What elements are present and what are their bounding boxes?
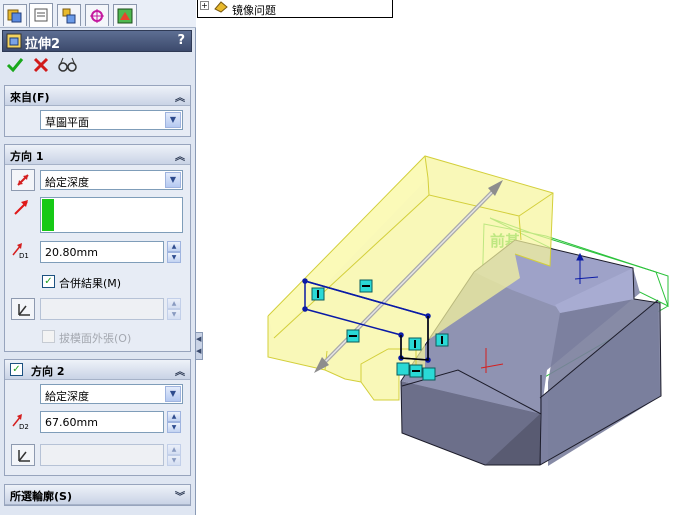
merge-result-label: 合併結果(M) bbox=[59, 277, 122, 290]
start-condition-dropdown[interactable]: 草圖平面 ▼ bbox=[40, 110, 183, 130]
draft-icon bbox=[18, 304, 30, 316]
draft-button-2[interactable] bbox=[11, 444, 35, 466]
chevron-down-icon[interactable]: ▼ bbox=[165, 386, 181, 402]
property-manager-icon bbox=[34, 8, 48, 22]
depth-icon: D2 bbox=[11, 412, 33, 433]
direction2-checkbox[interactable]: ✓ bbox=[10, 363, 23, 376]
chevron-up-icon[interactable]: ︽ bbox=[175, 89, 185, 104]
help-button[interactable]: ? bbox=[177, 33, 185, 48]
coincident-relation-icon[interactable] bbox=[396, 362, 410, 376]
display-manager-icon bbox=[117, 8, 133, 24]
draft-icon bbox=[18, 450, 30, 462]
depth-icon: D1 bbox=[11, 241, 33, 262]
graphics-viewport[interactable]: 前基 bbox=[203, 18, 695, 515]
direction2-depth-spinner[interactable]: ▲ ▼ bbox=[167, 411, 181, 433]
svg-text:D1: D1 bbox=[19, 252, 29, 259]
spin-down-icon[interactable]: ▼ bbox=[167, 422, 181, 433]
feature-title: 拉伸2 bbox=[25, 37, 61, 52]
chevron-left-icon[interactable]: ◀ bbox=[196, 333, 202, 345]
tree-item-label[interactable]: 镜像问题 bbox=[232, 2, 276, 18]
crosshair-icon bbox=[90, 9, 104, 23]
check-icon[interactable] bbox=[6, 56, 24, 77]
chevron-up-icon[interactable]: ︽ bbox=[175, 148, 185, 163]
action-bar bbox=[4, 56, 192, 78]
draft-button[interactable] bbox=[11, 298, 35, 320]
tab-property-manager[interactable] bbox=[29, 3, 53, 27]
tab-dimxpert-manager[interactable] bbox=[85, 4, 109, 26]
tab-display-manager[interactable] bbox=[113, 4, 137, 26]
direction1-end-condition-dropdown[interactable]: 給定深度 ▼ bbox=[40, 170, 183, 190]
direction2-end-condition-dropdown[interactable]: 給定深度 ▼ bbox=[40, 384, 183, 404]
manager-tab-strip bbox=[0, 0, 196, 28]
chevron-down-icon[interactable]: ▼ bbox=[165, 172, 181, 188]
spin-up-icon[interactable]: ▲ bbox=[167, 411, 181, 422]
merge-result-checkbox[interactable]: ✓ bbox=[42, 275, 55, 288]
glasses-icon[interactable] bbox=[58, 56, 78, 77]
property-manager: 拉伸2 ? 來自(F) ︽ 草圖平面 ▼ 方向 1 ︽ 給定深度 ▼ D1 20… bbox=[0, 0, 196, 515]
spin-up-icon[interactable]: ▲ bbox=[167, 298, 181, 309]
configuration-icon bbox=[62, 8, 76, 24]
part-icon bbox=[213, 0, 229, 16]
svg-text:D2: D2 bbox=[19, 423, 29, 430]
direction-reference-selection-box[interactable] bbox=[40, 197, 183, 233]
chevron-down-icon[interactable]: ︾ bbox=[175, 488, 185, 503]
panel-collapse-handle[interactable]: ◀ ◀ bbox=[195, 332, 203, 360]
direction1-section: 方向 1 ︽ 給定深度 ▼ D1 20.80mm ▲ ▼ ✓ 合併結果(M) ▲… bbox=[4, 144, 191, 352]
chevron-left-icon[interactable]: ◀ bbox=[196, 345, 202, 357]
tab-feature-manager[interactable] bbox=[3, 4, 27, 26]
from-section: 來自(F) ︽ 草圖平面 ▼ bbox=[4, 85, 191, 137]
draft-angle-spinner-2[interactable]: ▲ ▼ bbox=[167, 444, 181, 466]
tree-expander[interactable]: + bbox=[200, 1, 209, 10]
selection-color-swatch bbox=[42, 199, 54, 231]
draft-angle-spinner[interactable]: ▲ ▼ bbox=[167, 298, 181, 320]
direction-arrow-icon bbox=[13, 198, 31, 219]
direction2-depth-input[interactable]: 67.60mm bbox=[40, 411, 164, 433]
spin-up-icon[interactable]: ▲ bbox=[167, 444, 181, 455]
draft-outward-label: 拔模面外張(O) bbox=[59, 332, 132, 345]
reverse-direction-button[interactable] bbox=[11, 169, 35, 191]
draft-angle-input-2[interactable] bbox=[40, 444, 164, 466]
spin-down-icon[interactable]: ▼ bbox=[167, 309, 181, 320]
spin-down-icon[interactable]: ▼ bbox=[167, 455, 181, 466]
selected-contours-header[interactable]: 所選輪廓(S) ︾ bbox=[5, 485, 190, 505]
cancel-icon[interactable] bbox=[32, 56, 50, 77]
feature-title-bar: 拉伸2 ? bbox=[2, 30, 192, 52]
spin-down-icon[interactable]: ▼ bbox=[167, 252, 181, 263]
direction2-section-header[interactable]: ✓ 方向 2 ︽ bbox=[5, 360, 190, 380]
direction1-section-header[interactable]: 方向 1 ︽ bbox=[5, 145, 190, 165]
chevron-up-icon[interactable]: ︽ bbox=[175, 363, 185, 378]
tab-configuration-manager[interactable] bbox=[57, 4, 81, 26]
direction1-depth-input[interactable]: 20.80mm bbox=[40, 241, 164, 263]
selected-contours-section: 所選輪廓(S) ︾ bbox=[4, 484, 191, 506]
feature-tree-icon bbox=[7, 9, 22, 23]
draft-angle-input[interactable] bbox=[40, 298, 164, 320]
from-section-header[interactable]: 來自(F) ︽ bbox=[5, 86, 190, 106]
feature-tree-flyout: + 镜像问题 bbox=[197, 0, 393, 18]
draft-outward-checkbox[interactable] bbox=[42, 330, 55, 343]
chevron-down-icon[interactable]: ▼ bbox=[165, 112, 181, 128]
spin-up-icon[interactable]: ▲ bbox=[167, 241, 181, 252]
direction1-depth-spinner[interactable]: ▲ ▼ bbox=[167, 241, 181, 263]
direction2-section: ✓ 方向 2 ︽ 給定深度 ▼ D2 67.60mm ▲ ▼ ▲ ▼ bbox=[4, 359, 191, 476]
extrude-feature-icon bbox=[6, 33, 22, 53]
reverse-direction-icon bbox=[17, 174, 29, 186]
coincident-relation-icon[interactable] bbox=[422, 367, 436, 381]
